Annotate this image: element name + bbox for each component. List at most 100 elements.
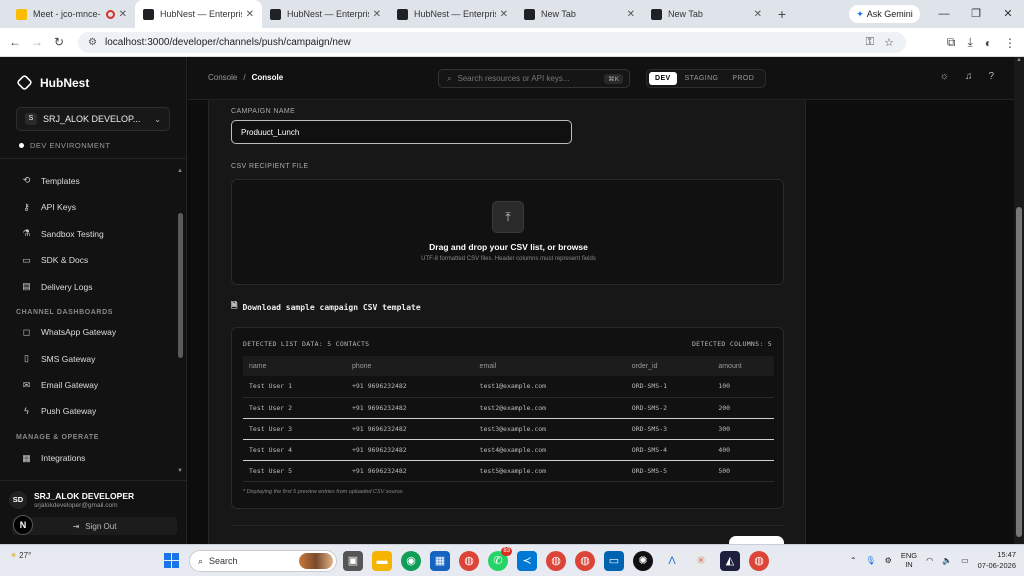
- sidebar-item-api-keys[interactable]: ⚷ API Keys: [21, 202, 76, 213]
- microphone-icon[interactable]: 🎙: [866, 556, 876, 565]
- file-explorer-icon[interactable]: ▬: [372, 551, 392, 571]
- tray-chevron-icon[interactable]: ⌃: [850, 556, 857, 565]
- csv-dropzone[interactable]: ⤒ Drag and drop your CSV list, or browse…: [231, 179, 784, 285]
- browser-tab[interactable]: HubNest — Enterprise ✕: [135, 0, 262, 28]
- tab-close-icon[interactable]: ✕: [627, 9, 635, 20]
- breadcrumb-root[interactable]: Console: [208, 73, 237, 82]
- volume-icon[interactable]: 🔈: [942, 556, 952, 565]
- theme-sun-icon[interactable]: ☼: [940, 71, 949, 82]
- brand-name: HubNest: [40, 75, 90, 90]
- nextjs-dev-badge[interactable]: N: [13, 515, 33, 535]
- weather-temp: 27°: [19, 551, 32, 560]
- browser-menu-icon[interactable]: ⋮: [1004, 36, 1016, 50]
- edge-icon[interactable]: ◉: [401, 551, 421, 571]
- sidebar-item-sdk-docs[interactable]: ▭ SDK & Docs: [21, 255, 88, 266]
- chrome-icon[interactable]: ◍: [459, 551, 479, 571]
- site-info-icon[interactable]: ⚙: [88, 37, 97, 48]
- profile-icon[interactable]: ◐: [985, 36, 992, 50]
- restore-icon[interactable]: ❐: [960, 0, 992, 28]
- app-a-icon[interactable]: Λ: [662, 551, 682, 571]
- sidebar-item-sms-gateway[interactable]: ▯ SMS Gateway: [21, 353, 95, 364]
- page-scroll-up-icon[interactable]: ▲: [1016, 57, 1022, 63]
- tab-close-icon[interactable]: ✕: [246, 9, 254, 20]
- sidebar-item-email-gateway[interactable]: ✉ Email Gateway: [21, 380, 98, 391]
- table-cell-amount: 100: [712, 376, 774, 398]
- sidebar-item-integrations[interactable]: ▦ Integrations: [21, 453, 85, 464]
- wifi-icon[interactable]: ◠: [926, 556, 933, 565]
- sidebar-item-sandbox-testing[interactable]: ⚗ Sandbox Testing: [21, 228, 104, 239]
- download-icon[interactable]: ⤓: [967, 35, 972, 50]
- env-tab-prod[interactable]: PROD: [726, 72, 760, 85]
- browser-tab[interactable]: HubNest — Enterprise ✕: [389, 0, 516, 28]
- forward-icon[interactable]: →: [26, 35, 48, 49]
- sidebar-scrollbar[interactable]: ▲ ▼: [176, 168, 185, 476]
- sidebar-scroll-thumb[interactable]: [178, 213, 183, 358]
- whatsapp-icon[interactable]: ✆ 83: [488, 547, 512, 571]
- env-tab-staging[interactable]: STAGING: [679, 72, 725, 85]
- page-scroll-thumb[interactable]: [1016, 207, 1022, 537]
- organization-select[interactable]: S SRJ_ALOK DEVELOP... ⌄: [16, 107, 170, 131]
- chrome-profile-icon[interactable]: ◍: [575, 551, 595, 571]
- tray-settings-icon[interactable]: ⚙: [885, 556, 892, 565]
- sidebar-item-push-gateway[interactable]: ϟ Push Gateway: [21, 406, 96, 416]
- sidebar-item-label: Email Gateway: [41, 380, 99, 390]
- browser-tab[interactable]: New Tab ✕: [643, 0, 770, 28]
- address-bar[interactable]: ⚙ localhost:3000/developer/channels/push…: [78, 32, 906, 53]
- tab-close-icon[interactable]: ✕: [754, 9, 762, 20]
- sidebar-item-templates[interactable]: ⟲ Templates: [21, 175, 80, 186]
- tab-favicon-icon: [397, 8, 408, 20]
- back-icon[interactable]: ←: [4, 35, 26, 49]
- table-cell-name: Test User 3: [243, 418, 346, 440]
- page-scrollbar[interactable]: ▲: [1014, 57, 1024, 544]
- help-icon[interactable]: ?: [988, 71, 994, 82]
- bookmark-star-icon[interactable]: ☆: [884, 36, 894, 49]
- section-channel-dashboards: CHANNEL DASHBOARDS: [16, 308, 114, 316]
- env-tab-dev[interactable]: DEV: [649, 72, 677, 85]
- browser-tab[interactable]: HubNest — Enterprise ✕: [262, 0, 389, 28]
- browser-tab[interactable]: New Tab ✕: [516, 0, 643, 28]
- browser-tab[interactable]: Meet - jco-mnce- ✕: [8, 0, 135, 28]
- monitor-app-icon[interactable]: ▭: [604, 551, 624, 571]
- brand[interactable]: HubNest: [16, 74, 90, 91]
- clock[interactable]: 15:47 07-06-2026: [978, 549, 1016, 571]
- terminal-app-icon[interactable]: ◭: [720, 551, 740, 571]
- sidebar-item-label: Sandbox Testing: [41, 228, 104, 239]
- close-window-icon[interactable]: ✕: [992, 0, 1024, 28]
- global-search[interactable]: ⌕ Search resources or API keys... ⌘K: [438, 69, 630, 88]
- sidebar-item-delivery-logs[interactable]: ▤ Delivery Logs: [21, 281, 92, 292]
- campaign-name-input[interactable]: [231, 120, 572, 144]
- taskbar-search[interactable]: ⌕ Search: [189, 550, 337, 572]
- scroll-down-icon[interactable]: ▼: [177, 468, 183, 474]
- tab-close-icon[interactable]: ✕: [119, 9, 127, 20]
- notification-bell-icon[interactable]: ♫: [965, 71, 973, 82]
- minimize-icon[interactable]: —: [928, 0, 960, 28]
- claude-icon[interactable]: ✳: [691, 551, 711, 571]
- tab-close-icon[interactable]: ✕: [500, 9, 508, 20]
- language-indicator[interactable]: ENG IN: [901, 551, 917, 569]
- search-shortcut-badge: ⌘K: [604, 73, 623, 84]
- extensions-icon[interactable]: ⧉: [947, 35, 956, 50]
- sidebar-item-label: SMS Gateway: [41, 353, 96, 364]
- sign-out-button[interactable]: ⇥ Sign Out: [12, 517, 177, 535]
- tab-favicon-icon: [143, 8, 154, 20]
- chatgpt-icon[interactable]: ✺: [633, 551, 653, 571]
- weather-widget[interactable]: ☀ 27°: [10, 551, 31, 560]
- task-view-icon[interactable]: ▣: [343, 551, 363, 571]
- table-cell-email: test4@example.com: [473, 439, 626, 461]
- ask-gemini-button[interactable]: ✦ Ask Gemini: [849, 5, 920, 23]
- tab-close-icon[interactable]: ✕: [373, 9, 381, 20]
- download-template-link[interactable]: 🗎 Download sample campaign CSV template: [231, 300, 421, 314]
- password-key-icon[interactable]: ⚿: [866, 36, 874, 49]
- vscode-icon[interactable]: ≺: [517, 551, 537, 571]
- reload-icon[interactable]: ↻: [48, 35, 70, 49]
- chrome-active-icon[interactable]: ◍: [546, 551, 566, 571]
- submit-button[interactable]: [729, 536, 784, 544]
- upload-icon[interactable]: ⤒: [492, 201, 524, 233]
- scroll-up-icon[interactable]: ▲: [177, 168, 183, 174]
- sidebar-item-whatsapp-gateway[interactable]: ◻ WhatsApp Gateway: [21, 327, 116, 338]
- store-icon[interactable]: ▦: [430, 551, 450, 571]
- chrome-extra-icon[interactable]: ◍: [749, 551, 769, 571]
- windows-start-icon[interactable]: [164, 553, 179, 568]
- new-tab-button[interactable]: +: [770, 6, 794, 22]
- battery-icon[interactable]: ▭: [961, 556, 969, 565]
